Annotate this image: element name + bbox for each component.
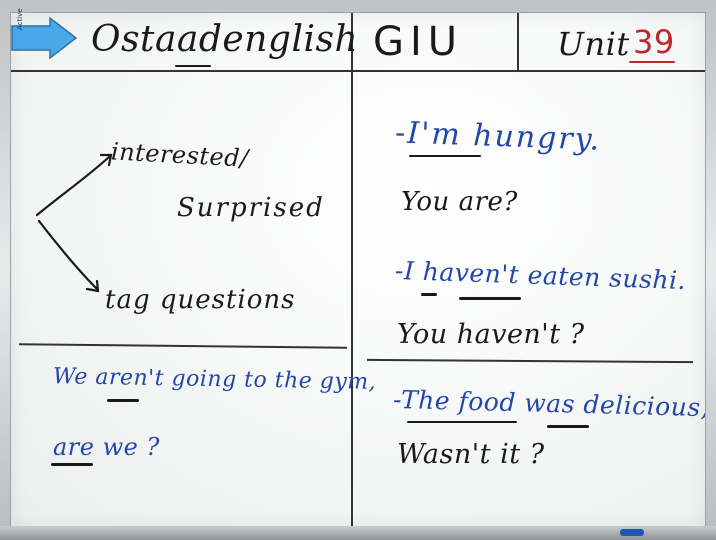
- example-sentence: We aren't going to the gym,: [52, 364, 377, 395]
- header-divider: [11, 70, 705, 72]
- brand-underline: [175, 65, 211, 67]
- was-underline: [547, 425, 589, 428]
- the-food-underline: [407, 421, 517, 423]
- example3-statement: -The food was delicious,: [392, 384, 706, 423]
- tag-questions-text: tag questions: [105, 285, 296, 315]
- arent-underline: [107, 399, 139, 402]
- right-section-divider: [366, 358, 694, 364]
- unit-label: Unit: [557, 25, 630, 63]
- surprised-text: Surprised: [177, 193, 325, 223]
- unit-number: 39: [633, 23, 675, 61]
- example3-tag: Wasn't it ?: [397, 439, 545, 470]
- example1-response: You are?: [401, 187, 518, 217]
- center-divider: [351, 13, 353, 527]
- i-underline: [421, 293, 437, 296]
- whiteboard: Ostaadenglish GIU Unit 39 interested/ Su…: [10, 12, 706, 528]
- badge-label: Active: [16, 8, 24, 30]
- unit-number-underline: [629, 61, 675, 63]
- header-divider-right: [517, 13, 519, 70]
- example-tag: are we ?: [53, 433, 160, 461]
- marker-tray: [0, 526, 716, 540]
- brand-title: Ostaadenglish: [91, 19, 359, 60]
- branch-arrows-icon: [35, 153, 113, 293]
- im-underline: [409, 155, 481, 157]
- havent-underline: [459, 297, 521, 300]
- left-section-divider: [18, 343, 348, 349]
- course-title: GIU: [373, 19, 464, 65]
- interested-text: interested/: [110, 137, 250, 173]
- are-underline: [51, 463, 93, 466]
- blue-marker: [620, 529, 644, 536]
- example2-statement: -I haven't eaten sushi.: [394, 255, 687, 296]
- example1-statement: -I'm hungry.: [394, 115, 602, 158]
- example2-response: You haven't ?: [397, 319, 585, 350]
